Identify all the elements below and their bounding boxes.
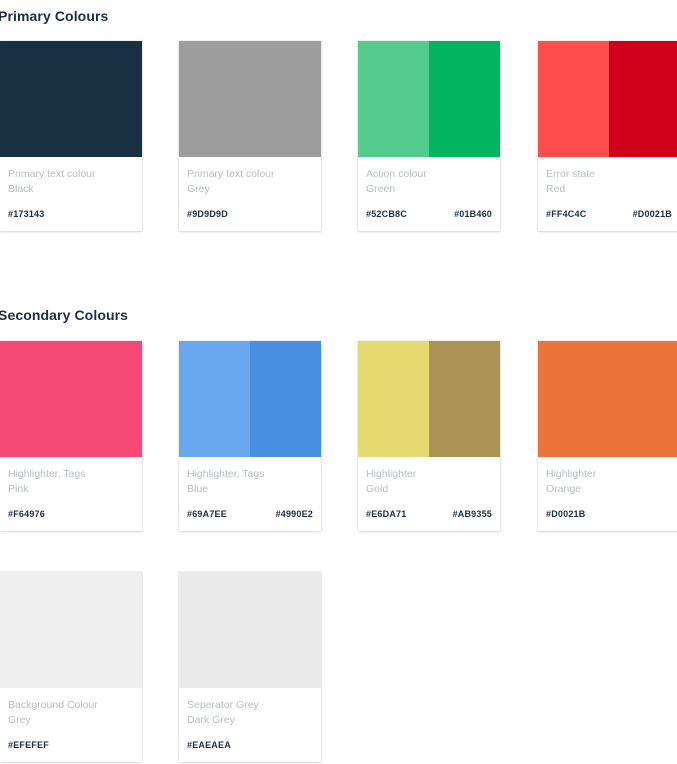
card-color-name: Orange: [546, 483, 582, 495]
color-swatch: [429, 341, 500, 457]
card-body: Seperator Grey Dark Grey #EAEAEA: [179, 688, 321, 762]
hex-code: #FF4C4C: [546, 209, 587, 219]
color-swatch: [0, 572, 142, 688]
card-body: Highlighter Orange #D0021B: [538, 457, 677, 531]
color-swatch: [179, 341, 250, 457]
card-color-name: Green: [366, 183, 396, 195]
card-description: Highlighter: [546, 468, 597, 480]
color-card-action-green: Action colour Green #52CB8C #01B460: [358, 41, 500, 231]
color-swatch: [250, 341, 321, 457]
swatch-row: [538, 41, 677, 157]
color-card-highlighter-pink: Highlighter, Tags Pink #F64976: [0, 341, 142, 531]
card-color-name: Gold: [366, 483, 389, 495]
card-body: Primary text colour Grey #9D9D9D: [179, 157, 321, 231]
hex-codes: #173143: [8, 209, 134, 219]
card-description: Highlighter, Tags: [187, 468, 265, 480]
hex-code: #01B460: [454, 209, 492, 219]
hex-code: #173143: [8, 209, 45, 219]
card-body: Error state Red #FF4C4C #D0021B: [538, 157, 677, 231]
hex-code: #D0021B: [546, 509, 586, 519]
hex-code: #E6DA71: [366, 509, 407, 519]
card-color-name: Dark Grey: [187, 714, 235, 726]
card-description: Highlighter, Tags: [8, 468, 86, 480]
color-swatch: [429, 41, 500, 157]
card-color-name: Blue: [187, 483, 209, 495]
hex-codes: #FF4C4C #D0021B: [546, 209, 672, 219]
swatch-row: [358, 341, 500, 457]
hex-codes: #F64976: [8, 509, 134, 519]
hex-code: #69A7EE: [187, 509, 227, 519]
color-card-error-red: Error state Red #FF4C4C #D0021B: [538, 41, 677, 231]
card-description: Primary text colour: [187, 168, 275, 180]
card-body: Background Colour Grey #EFEFEF: [0, 688, 142, 762]
hex-code: #D0021B: [632, 209, 672, 219]
swatch-row: [179, 572, 321, 688]
card-description: Background Colour: [8, 699, 98, 711]
hex-codes: #E6DA71 #AB9355: [366, 509, 492, 519]
section-title-primary: Primary Colours: [0, 8, 109, 24]
card-body: Highlighter, Tags Pink #F64976: [0, 457, 142, 531]
hex-code: #EAEAEA: [187, 740, 231, 750]
color-card-primary-grey: Primary text colour Grey #9D9D9D: [179, 41, 321, 231]
card-color-name: Pink: [8, 483, 29, 495]
section-title-secondary: Secondary Colours: [0, 307, 129, 323]
card-body: Highlighter Gold #E6DA71 #AB9355: [358, 457, 500, 531]
hex-code: #EFEFEF: [8, 740, 49, 750]
card-description: Primary text colour: [8, 168, 96, 180]
card-color-name: Grey: [8, 714, 31, 726]
hex-codes: #EFEFEF: [8, 740, 134, 750]
swatch-row: [179, 341, 321, 457]
hex-codes: #D0021B: [546, 509, 672, 519]
hex-codes: #69A7EE #4990E2: [187, 509, 313, 519]
hex-codes: #EAEAEA: [187, 740, 313, 750]
color-swatch: [538, 41, 609, 157]
swatch-row: [0, 41, 142, 157]
swatch-row: [0, 572, 142, 688]
card-body: Highlighter, Tags Blue #69A7EE #4990E2: [179, 457, 321, 531]
card-body: Action colour Green #52CB8C #01B460: [358, 157, 500, 231]
hex-code: #F64976: [8, 509, 45, 519]
card-description: Highlighter: [366, 468, 417, 480]
card-body: Primary text colour Black #173143: [0, 157, 142, 231]
color-card-highlighter-gold: Highlighter Gold #E6DA71 #AB9355: [358, 341, 500, 531]
color-card-separator-grey: Seperator Grey Dark Grey #EAEAEA: [179, 572, 321, 762]
swatch-row: [538, 341, 677, 457]
swatch-row: [0, 341, 142, 457]
card-color-name: Black: [8, 183, 34, 195]
swatch-row: [179, 41, 321, 157]
hex-code: #4990E2: [275, 509, 313, 519]
hex-code: #9D9D9D: [187, 209, 228, 219]
color-swatch: [179, 41, 321, 157]
color-swatch: [0, 341, 142, 457]
color-swatch: [609, 41, 677, 157]
card-description: Seperator Grey: [187, 699, 259, 711]
hex-code: #52CB8C: [366, 209, 407, 219]
color-card-background-grey: Background Colour Grey #EFEFEF: [0, 572, 142, 762]
hex-code: #AB9355: [452, 509, 492, 519]
color-swatch: [358, 41, 429, 157]
card-description: Action colour: [366, 168, 427, 180]
card-color-name: Red: [546, 183, 566, 195]
card-description: Error state: [546, 168, 596, 180]
color-card-highlighter-blue: Highlighter, Tags Blue #69A7EE #4990E2: [179, 341, 321, 531]
color-swatch: [0, 41, 142, 157]
color-card-highlighter-orange: Highlighter Orange #D0021B: [538, 341, 677, 531]
hex-codes: #52CB8C #01B460: [366, 209, 492, 219]
color-swatch: [179, 572, 321, 688]
color-card-primary-black: Primary text colour Black #173143: [0, 41, 142, 231]
hex-codes: #9D9D9D: [187, 209, 313, 219]
color-swatch: [538, 341, 677, 457]
swatch-row: [358, 41, 500, 157]
color-swatch: [358, 341, 429, 457]
card-color-name: Grey: [187, 183, 210, 195]
